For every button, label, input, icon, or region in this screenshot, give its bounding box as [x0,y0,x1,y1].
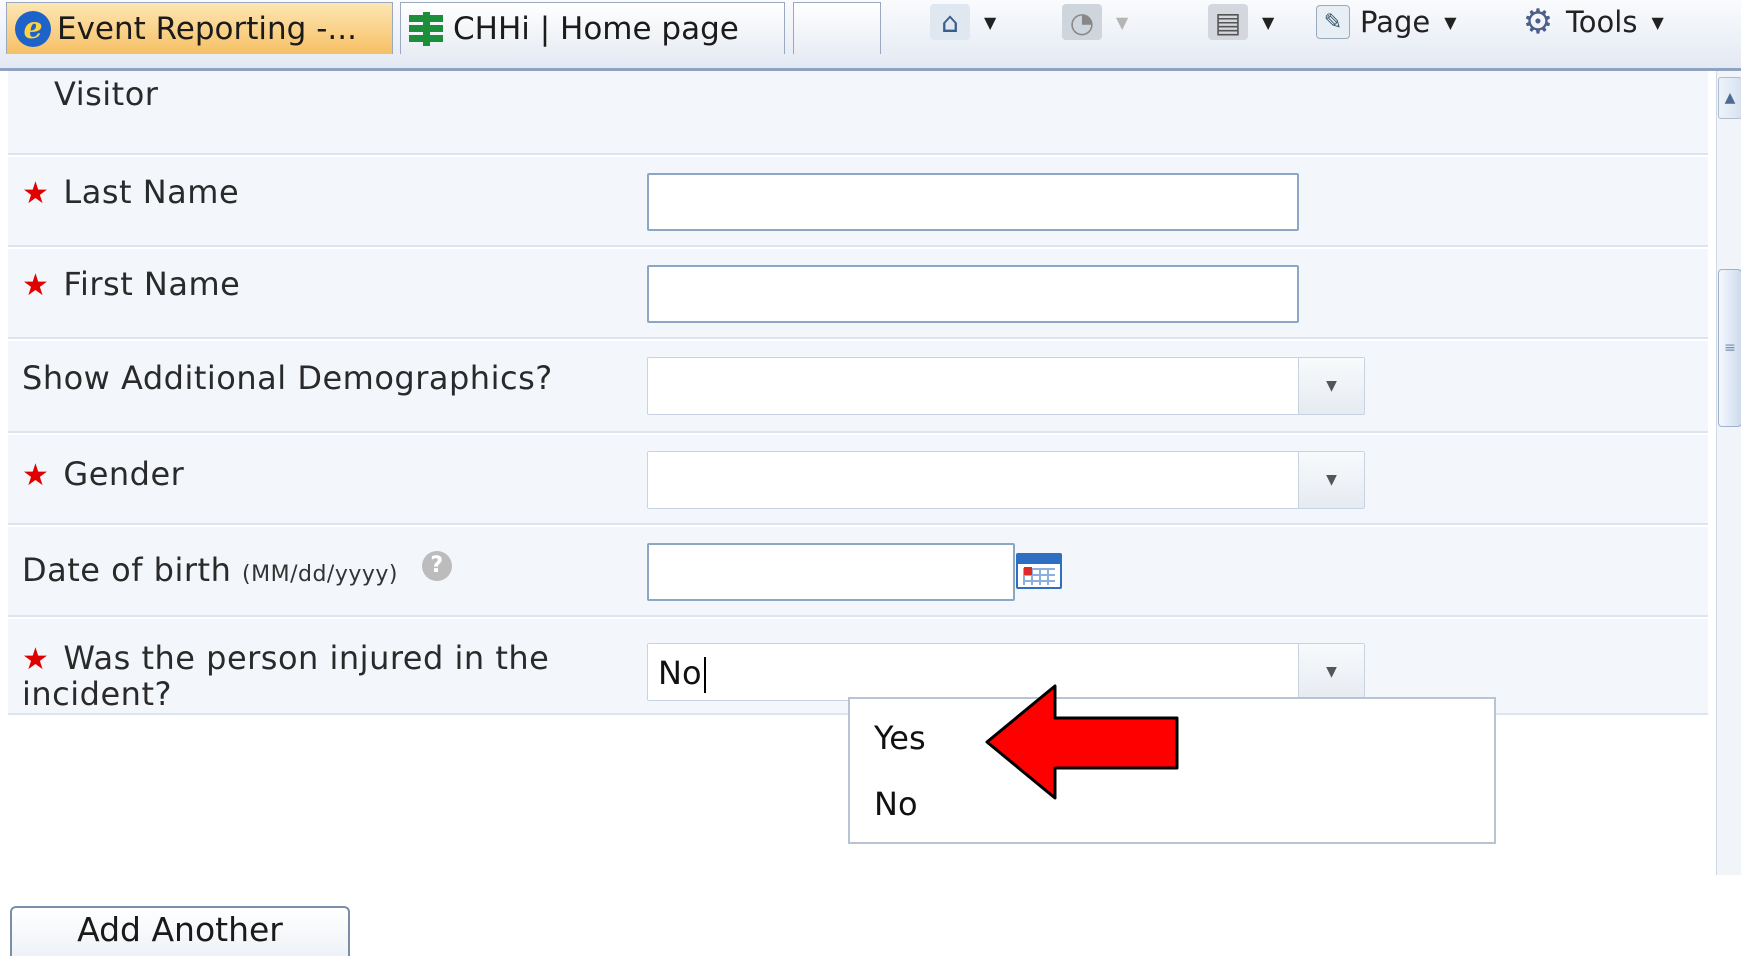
tab-label: CHHi | Home page [453,10,739,47]
text-cursor [703,657,706,693]
dob-input[interactable] [647,543,1015,601]
form-row-first-name: ★ First Name [8,249,1708,339]
browser-toolbar: e Event Reporting -... CHHi | Home page … [0,0,1741,71]
gender-select[interactable]: ▼ [647,451,1365,509]
chevron-down-icon[interactable]: ▼ [1116,13,1128,32]
new-tab[interactable] [793,2,881,54]
last-name-label-text: Last Name [63,173,240,211]
gear-icon: ⚙ [1522,2,1554,42]
chevron-down-icon: ▼ [1444,12,1457,32]
chevron-down-icon[interactable]: ▼ [1298,644,1364,700]
scrollbar-thumb[interactable]: ≡ [1718,269,1741,427]
first-name-label: ★ First Name [22,265,240,303]
page-icon: ✎ [1316,5,1350,39]
form-row-person-type: Visitor [8,71,1708,155]
tab-label: Event Reporting -... [57,10,357,47]
dob-format-hint: (MM/dd/yyyy) [242,562,398,587]
tab-event-reporting[interactable]: e Event Reporting -... [6,2,393,54]
injured-value-text: No [658,654,702,692]
rss-feed-icon: ◔ [1062,4,1102,40]
tools-menu-label: Tools [1566,5,1638,39]
add-another-button[interactable]: Add Another [10,906,350,956]
gender-label-text: Gender [63,455,185,493]
help-icon[interactable]: ? [422,551,452,581]
injured-label-text: Was the person injured in the incident? [22,639,550,713]
chevron-down-icon[interactable]: ▼ [1298,452,1364,508]
home-button[interactable]: ⌂ ▼ [930,2,996,42]
last-name-label: ★ Last Name [22,173,239,211]
dropdown-option-no[interactable]: No [874,785,918,823]
form-row-dob: Date of birth (MM/dd/yyyy)? [8,527,1708,617]
required-star-icon: ★ [22,268,50,303]
tools-menu[interactable]: ⚙ Tools ▼ [1518,2,1664,42]
vertical-scrollbar[interactable]: ▲ ≡ [1716,71,1741,875]
form-row-demographics: Show Additional Demographics? ▼ [8,341,1708,433]
chevron-down-icon[interactable]: ▼ [984,13,996,32]
calendar-today-marker [1024,567,1032,575]
first-name-input[interactable] [647,265,1299,323]
chevron-down-icon[interactable]: ▼ [1298,358,1364,414]
feeds-button[interactable]: ◔ ▼ [1062,2,1128,42]
show-demographics-select[interactable]: ▼ [647,357,1365,415]
last-name-input[interactable] [647,173,1299,231]
internet-explorer-icon: e [15,10,51,47]
dob-label: Date of birth (MM/dd/yyyy)? [22,551,452,589]
dob-label-text: Date of birth [22,551,232,589]
scroll-up-arrow-icon[interactable]: ▲ [1718,77,1741,119]
page-menu-label: Page [1360,5,1431,39]
tab-chhi-home[interactable]: CHHi | Home page [400,2,785,54]
person-type-value: Visitor [54,75,159,113]
required-star-icon: ★ [22,176,50,211]
required-star-icon: ★ [22,458,50,493]
chevron-down-icon: ▼ [1651,12,1664,32]
required-star-icon: ★ [22,642,50,677]
printer-icon: ▤ [1208,4,1248,40]
red-arrow-annotation-icon [985,684,1179,800]
page-menu[interactable]: ✎ Page ▼ [1316,2,1457,42]
injured-label: ★ Was the person injured in the incident? [22,641,612,711]
calendar-icon[interactable] [1016,553,1062,589]
show-demographics-label: Show Additional Demographics? [22,359,553,397]
chevron-down-icon[interactable]: ▼ [1262,13,1274,32]
print-button[interactable]: ▤ ▼ [1208,2,1274,42]
form-row-last-name: ★ Last Name [8,157,1708,247]
injured-value: No [658,654,706,693]
chhi-logo-icon [409,11,443,46]
form-row-gender: ★ Gender ▼ [8,435,1708,525]
gender-label: ★ Gender [22,455,184,493]
dropdown-option-yes[interactable]: Yes [874,719,926,757]
home-icon: ⌂ [930,4,970,40]
first-name-label-text: First Name [63,265,241,303]
